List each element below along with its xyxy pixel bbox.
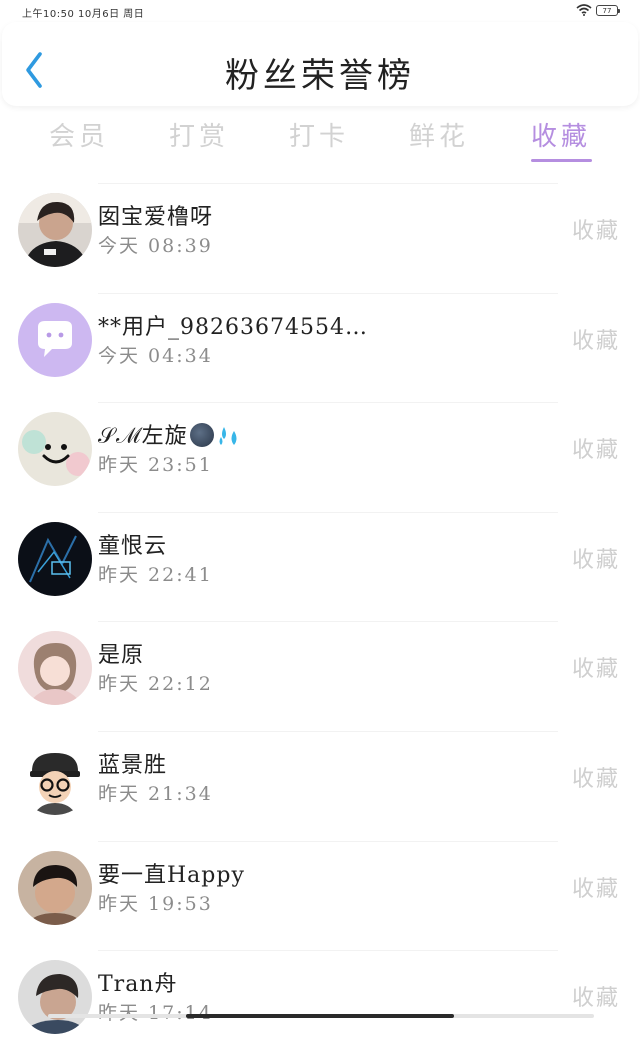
favorite-label: 收藏 [571,657,620,683]
avatar [18,412,92,487]
user-time: 昨天 22:12 [98,673,213,696]
page-title: 粉丝荣誉榜 [225,56,415,96]
user-name: Tran舟 [98,972,178,998]
user-time: 昨天 22:41 [98,563,213,586]
favorite-label: 收藏 [571,766,620,792]
user-name: 是原 [98,643,145,669]
favorite-label: 收藏 [571,547,620,573]
sweat-drops-emoji-icon [216,423,242,447]
list-item[interactable]: 要一直Happy 昨天 19:53 收藏 [0,840,640,951]
list-item[interactable]: Tran舟 昨天 17:14 收藏 [0,950,640,1060]
list-item[interactable]: 是原 昨天 22:12 收藏 [0,621,640,731]
status-time: 上午10:50 10月6日 周日 [22,9,145,20]
tab-checkin[interactable]: 打卡 [264,116,374,153]
tab-bar: 会员 打赏 打卡 鲜花 收藏 [0,108,640,166]
wifi-icon [576,4,592,16]
tab-favorites[interactable]: 收藏 [506,116,616,153]
page-header: 粉丝荣誉榜 [2,22,638,106]
avatar [18,850,92,925]
avatar [18,740,92,815]
user-name: 蓝景胜 [98,752,168,778]
user-time: 今天 08:39 [98,235,213,257]
avatar [18,521,92,596]
list-item[interactable]: 囡宝爱橹呀 今天 08:39 收藏 [0,183,640,293]
battery-icon: 77 [596,4,620,16]
home-indicator[interactable] [186,1014,454,1018]
favorite-label: 收藏 [571,328,620,354]
status-icons: 77 [576,4,620,16]
list-item[interactable]: 童恨云 昨天 22:41 收藏 [0,511,640,622]
fan-list: 囡宝爱橹呀 今天 08:39 收藏 **用户_9826367455417… 今天… [0,183,640,1060]
user-time: 昨天 21:34 [98,782,213,805]
avatar [18,193,92,267]
avatar [18,960,92,1035]
user-name: 𝒮ℳ左旋 [98,418,368,450]
list-item[interactable]: 蓝景胜 昨天 21:34 收藏 [0,730,640,841]
user-name: 囡宝爱橹呀 [98,205,214,230]
list-item[interactable]: **用户_9826367455417… 今天 04:34 收藏 [0,292,640,403]
moon-emoji-icon [189,423,214,448]
favorite-label: 收藏 [571,438,620,464]
tab-member[interactable]: 会员 [24,116,134,153]
tab-reward[interactable]: 打赏 [144,116,254,153]
list-item[interactable]: 𝒮ℳ左旋 昨天 23:51 收藏 [0,402,640,512]
active-tab-indicator [531,159,592,162]
avatar [18,302,92,377]
avatar [18,631,92,706]
user-name-text: 𝒮ℳ左旋 [98,424,188,450]
status-bar: 上午10:50 10月6日 周日 77 [0,0,640,24]
user-name: **用户_9826367455417… [98,314,368,340]
favorite-label: 收藏 [571,876,620,902]
user-name: 童恨云 [98,533,168,559]
user-name: 要一直Happy [98,862,245,888]
tab-flowers[interactable]: 鲜花 [384,116,494,153]
favorite-label: 收藏 [571,219,620,244]
user-time: 昨天 19:53 [98,892,213,915]
favorite-label: 收藏 [571,986,620,1012]
user-time: 今天 04:34 [98,344,213,367]
user-time: 昨天 17:14 [98,998,213,1025]
user-time: 昨天 23:51 [98,454,213,477]
